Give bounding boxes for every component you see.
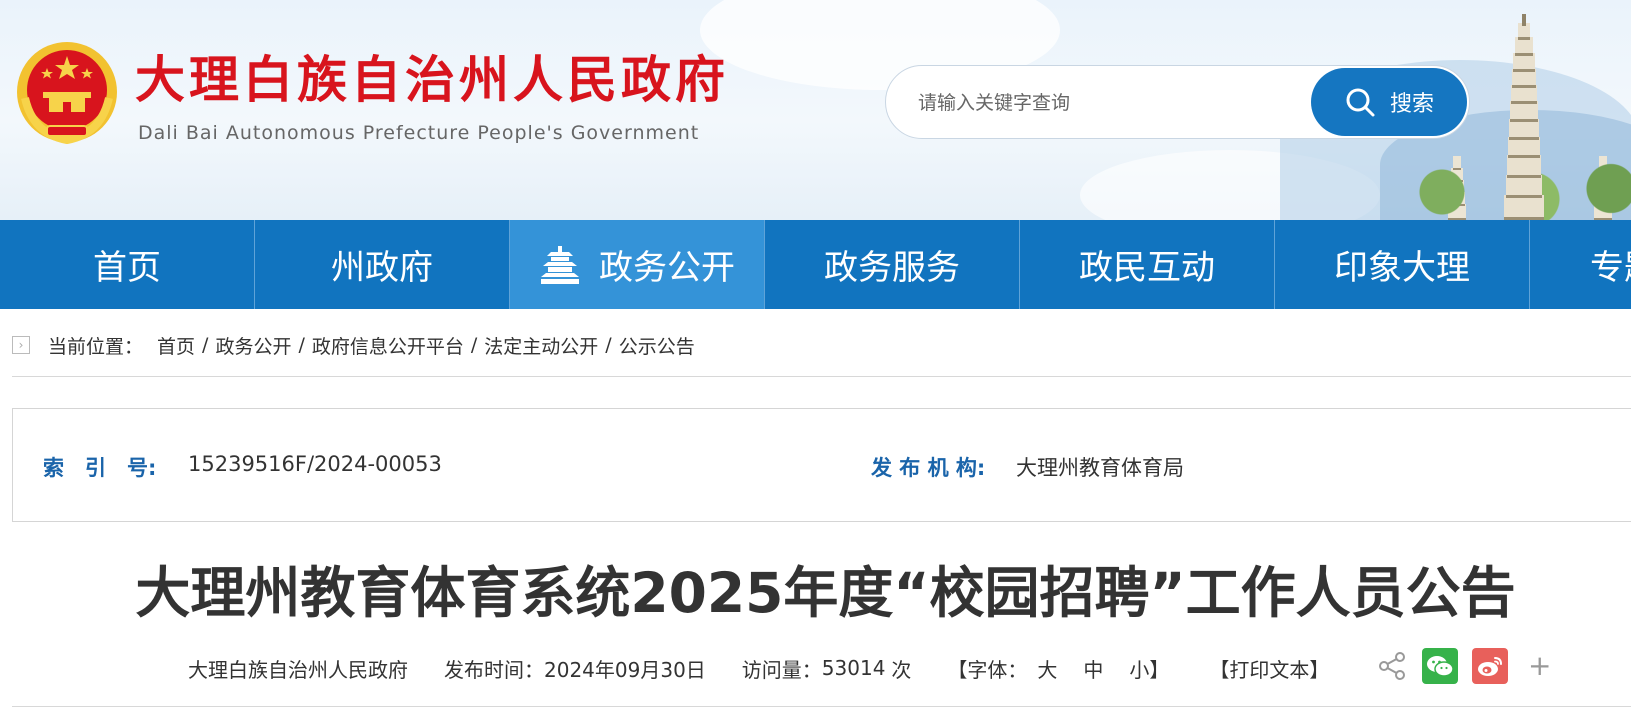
article-source: 大理白族自治州人民政府 [188,657,408,682]
share-icon[interactable] [1376,650,1408,682]
breadcrumb-label: 当前位置： [48,335,144,358]
wechat-share-button[interactable] [1422,648,1458,684]
nav-item-label: 首页 [93,248,161,288]
font-size-medium-button[interactable]: 中 [1083,654,1103,683]
nav-item-gov-affairs-public[interactable]: 政务公开 [510,220,765,309]
publisher-label: 发 布 机 构: [871,456,986,480]
chevron-right-icon: › [12,336,30,354]
breadcrumb-divider [12,376,1631,377]
nav-item-label: 政务公开 [599,248,735,288]
breadcrumb-link-info-platform[interactable]: 政府信息公开平台 [312,332,464,359]
index-number-label: 索 引 号: [43,456,157,480]
breadcrumb-link-home[interactable]: 首页 [157,332,195,359]
national-emblem-icon [17,42,117,145]
nav-item-label: 政民互动 [1079,248,1215,288]
site-title: 大理白族自治州人民政府 [135,51,729,109]
breadcrumb-separator: / [298,334,305,356]
views-count: 53014 [821,656,886,680]
site-subtitle: Dali Bai Autonomous Prefecture People's … [138,122,700,144]
breadcrumb-separator: / [605,334,612,356]
breadcrumb-link-announcements[interactable]: 公示公告 [619,332,695,359]
search-icon [1346,88,1375,117]
nav-item-label: 州政府 [331,248,433,288]
index-number-value: 15239516F/2024-00053 [188,452,442,476]
meta-divider [12,706,1631,707]
breadcrumb-separator: / [202,334,209,356]
search-box: 搜索 [885,65,1470,139]
nav-item-topics[interactable]: 专题 [1530,220,1631,309]
weibo-share-button[interactable] [1472,648,1508,684]
publish-date-label: 发布时间： [444,657,544,682]
wechat-icon [1427,656,1454,677]
breadcrumb-link-statutory-disclosure[interactable]: 法定主动公开 [484,332,598,359]
nav-item-government[interactable]: 州政府 [255,220,510,309]
share-bar: + [1376,643,1551,689]
search-input[interactable] [916,84,1300,122]
weibo-icon [1478,657,1502,676]
nav-item-interaction[interactable]: 政民互动 [1020,220,1275,309]
font-size-large-button[interactable]: 大 [1037,654,1057,683]
nav-item-label: 印象大理 [1334,248,1470,288]
document-info-box: 索 引 号: 15239516F/2024-00053 发 布 机 构: 大理州… [12,408,1631,522]
article-title: 大理州教育体育系统2025年度“校园招聘”工作人员公告 [135,561,1516,625]
nav-item-impression-dali[interactable]: 印象大理 [1275,220,1530,309]
breadcrumb: › 当前位置： 首页 / 政务公开 / 政府信息公开平台 / 法定主动公开 / … [12,330,695,360]
pagoda-decoration [1502,14,1546,220]
font-size-suffix: 】 [1149,657,1170,682]
breadcrumb-separator: / [470,334,478,356]
nav-item-label: 专题 [1590,248,1631,288]
breadcrumb-link-gov-affairs[interactable]: 政务公开 [215,332,291,359]
publish-date: 2024年09月30日 [544,657,706,682]
views-unit: 次 [891,657,912,682]
font-size-small-button[interactable]: 小 [1129,654,1149,683]
nav-item-label: 政务服务 [824,248,960,288]
print-button[interactable]: 【打印文本】 [1209,654,1329,683]
publisher-value: 大理州教育体育局 [1016,456,1184,480]
temple-icon [541,245,579,284]
plus-icon[interactable]: + [1528,652,1551,680]
site-header: 大理白族自治州人民政府 Dali Bai Autonomous Prefectu… [0,0,1631,220]
main-nav: 首页 州政府 政务公开 政务服务 政民互动 印象大理 专题 [0,220,1631,309]
nav-item-gov-services[interactable]: 政务服务 [765,220,1020,309]
search-button[interactable]: 搜索 [1311,68,1467,136]
nav-item-home[interactable]: 首页 [0,220,255,309]
font-size-prefix: 【字体： [947,657,1028,682]
article-meta: 大理白族自治州人民政府 发布时间： 2024年09月30日 访问量： 53014… [188,648,1329,688]
views-label: 访问量： [741,657,822,682]
search-button-label: 搜索 [1389,92,1434,117]
